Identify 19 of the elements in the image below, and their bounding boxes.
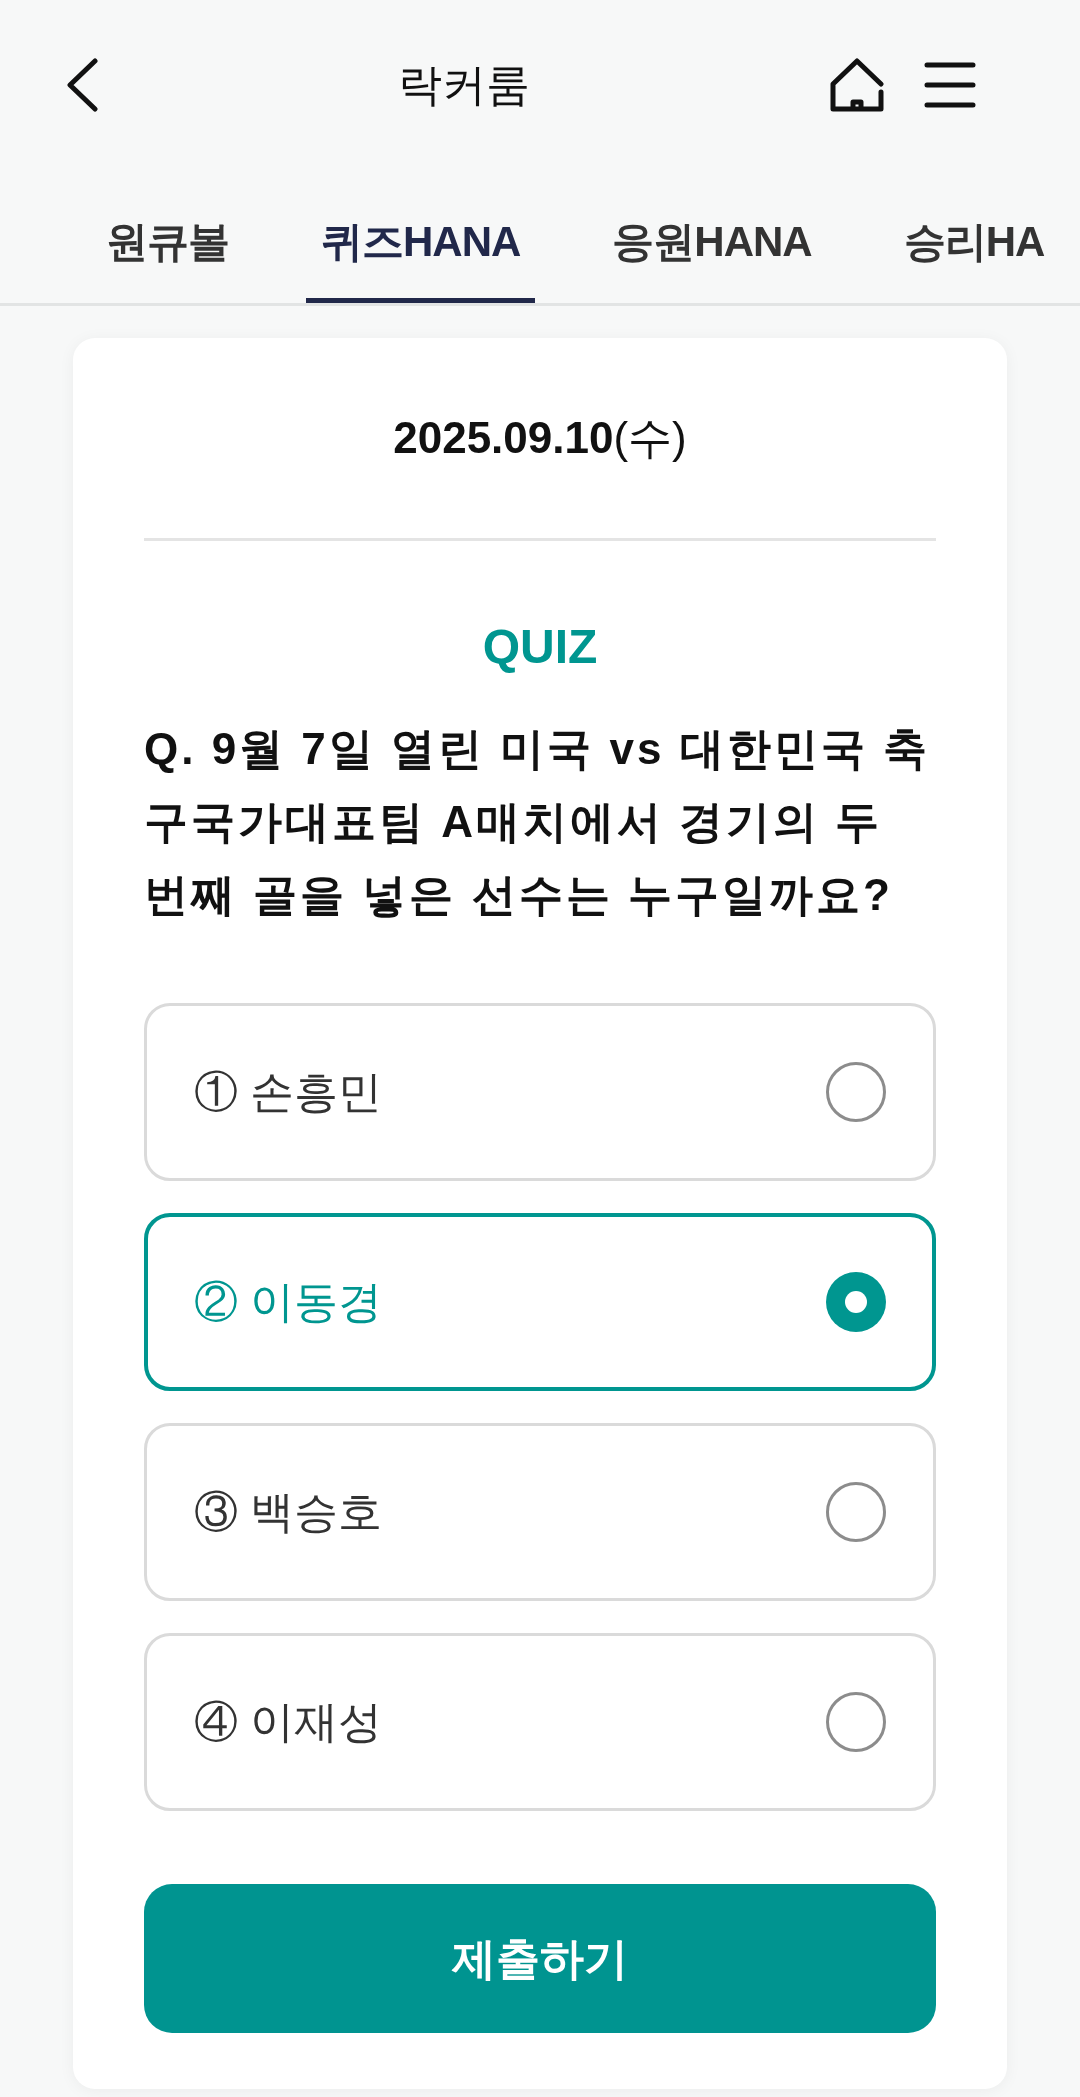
quiz-heading: QUIZ	[482, 619, 598, 675]
answer-option[interactable]: ② 이동경	[144, 1213, 936, 1391]
question-text: Q. 9월 7일 열린 미국 vs 대한민국 축구국가대표팀 A매치에서 경기의 두 번째 골을 넣은 선수는 누구일까요?	[144, 723, 931, 921]
tab[interactable]: 원큐볼	[91, 216, 244, 303]
answer-option[interactable]: ④ 이재성	[144, 1633, 936, 1811]
quiz-date: 2025.09.10(수)	[393, 412, 687, 464]
home-button[interactable]	[830, 58, 884, 112]
home-icon	[830, 58, 884, 112]
back-icon	[66, 58, 98, 112]
tab[interactable]: 응원HANA	[597, 216, 827, 303]
page-title: 락커룸	[398, 59, 530, 111]
menu-button[interactable]	[924, 62, 976, 108]
answer-option[interactable]: ③ 백승호	[144, 1423, 936, 1601]
back-button[interactable]	[66, 58, 98, 112]
submit-button[interactable]: 제출하기	[144, 1884, 936, 2033]
tab[interactable]: 퀴즈HANA	[306, 216, 536, 303]
answer-option[interactable]: ① 손흥민	[144, 1003, 936, 1181]
menu-icon	[924, 62, 976, 108]
tab[interactable]: 승리HA	[888, 216, 1060, 303]
